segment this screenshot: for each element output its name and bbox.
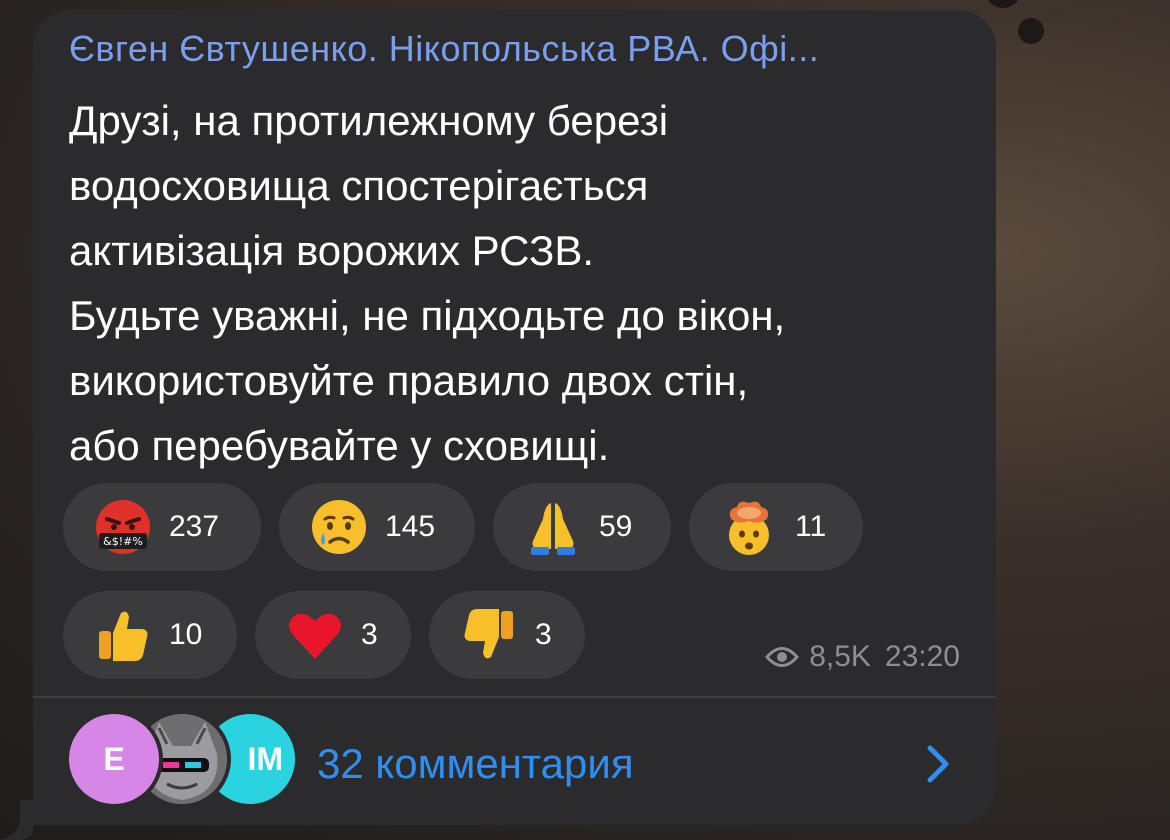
avatar: E bbox=[69, 714, 159, 804]
message-meta: 8,5K 23:20 bbox=[765, 640, 960, 674]
avatar-initials: IM bbox=[247, 740, 283, 777]
reaction-exploding-head[interactable]: 11 bbox=[689, 483, 863, 571]
red-heart-icon bbox=[289, 613, 341, 659]
channel-author-name[interactable]: Євген Євтушенко. Нікопольська РВА. Офі..… bbox=[69, 28, 969, 70]
message-line: активізація ворожих РСЗВ. bbox=[69, 227, 595, 274]
reaction-thumbs-down[interactable]: 3 bbox=[429, 591, 585, 679]
reaction-count: 10 bbox=[169, 618, 203, 651]
message-line: або перебувайте у сховищі. bbox=[69, 422, 610, 469]
message-line: водосховища спостерігається bbox=[69, 162, 649, 209]
crying-face-icon bbox=[312, 500, 366, 554]
reaction-folded-hands[interactable]: 59 bbox=[493, 483, 671, 571]
reaction-crying[interactable]: 145 bbox=[279, 483, 475, 571]
view-count: 8,5K bbox=[809, 640, 871, 673]
folded-hands-icon bbox=[531, 503, 575, 555]
reaction-count: 3 bbox=[535, 618, 552, 651]
cursing-face-icon: &$!#% bbox=[96, 500, 150, 554]
thumbs-up-icon bbox=[99, 611, 148, 661]
cursing-symbols: &$!#% bbox=[103, 535, 143, 548]
background-dot bbox=[1018, 18, 1044, 44]
reaction-count: 3 bbox=[361, 618, 378, 651]
comments-link[interactable]: 32 комментария bbox=[317, 740, 634, 788]
reaction-count: 237 bbox=[169, 510, 220, 543]
thumbs-down-icon bbox=[464, 609, 513, 659]
message-line: використовуйте правило двох стін, bbox=[69, 357, 749, 404]
message-bubble[interactable]: Євген Євтушенко. Нікопольська РВА. Офі..… bbox=[33, 10, 996, 825]
reaction-thumbs-up[interactable]: 10 bbox=[63, 591, 237, 679]
reaction-count: 59 bbox=[599, 510, 633, 543]
reaction-heart[interactable]: 3 bbox=[255, 591, 411, 679]
background-shape bbox=[985, 0, 1021, 8]
reaction-count: 11 bbox=[795, 510, 827, 543]
avatar-initial: E bbox=[103, 740, 125, 777]
reaction-cursing[interactable]: &$!#% 237 bbox=[63, 483, 261, 571]
comments-row[interactable]: E IM 32 комментария bbox=[33, 698, 996, 825]
message-line: Друзі, на протилежному березі bbox=[69, 97, 669, 144]
eye-icon bbox=[765, 647, 800, 667]
exploding-head-icon bbox=[729, 501, 769, 555]
message-text: Друзі, на протилежному березі водосховищ… bbox=[69, 88, 969, 478]
message-line: Будьте уважні, не підходьте до вікон, bbox=[69, 292, 786, 339]
chevron-right-icon[interactable] bbox=[926, 744, 950, 784]
reaction-count: 145 bbox=[385, 510, 436, 543]
message-time: 23:20 bbox=[884, 640, 960, 673]
